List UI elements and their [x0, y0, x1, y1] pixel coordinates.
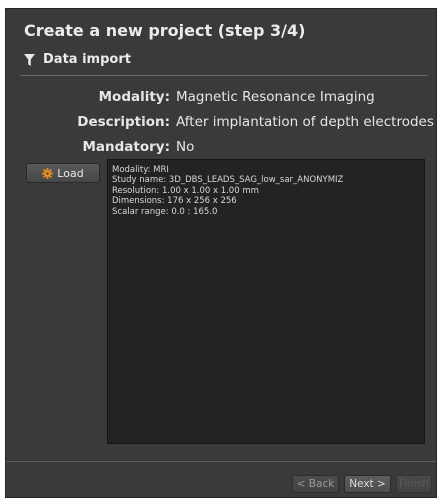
next-button-label: Next > [349, 478, 386, 490]
section-divider [20, 75, 428, 76]
section-header: Data import [24, 52, 131, 67]
description-value: After implantation of depth electrodes [176, 114, 434, 130]
mandatory-label: Mandatory: [82, 139, 170, 155]
gear-icon [42, 167, 54, 179]
wizard-dialog: Create a new project (step 3/4) Data imp… [5, 8, 437, 498]
back-button-label: < Back [296, 478, 335, 490]
load-button[interactable]: Load [26, 163, 100, 183]
next-button[interactable]: Next > [344, 475, 391, 493]
output-line: Resolution: 1.00 x 1.00 x 1.00 mm [112, 185, 259, 196]
output-line: Study name: 3D_DBS_LEADS_SAG_low_sar_ANO… [112, 175, 344, 186]
load-button-label: Load [57, 166, 84, 180]
modality-value: Magnetic Resonance Imaging [176, 89, 375, 105]
data-info-textbox[interactable]: Modality: MRI Study name: 3D_DBS_LEADS_S… [107, 159, 425, 444]
finish-button-label: Finish [399, 478, 429, 490]
description-label: Description: [77, 114, 170, 130]
footer-divider [6, 461, 436, 462]
modality-label: Modality: [98, 89, 170, 105]
output-line: Dimensions: 176 x 256 x 256 [112, 196, 237, 207]
dialog-title: Create a new project (step 3/4) [24, 21, 306, 40]
mandatory-value: No [176, 139, 195, 155]
filter-icon [24, 53, 35, 66]
finish-button[interactable]: Finish [396, 475, 432, 493]
section-title: Data import [43, 52, 131, 67]
output-line: Scalar range: 0.0 : 165.0 [112, 206, 218, 217]
output-line: Modality: MRI [112, 165, 169, 175]
back-button[interactable]: < Back [292, 475, 339, 493]
